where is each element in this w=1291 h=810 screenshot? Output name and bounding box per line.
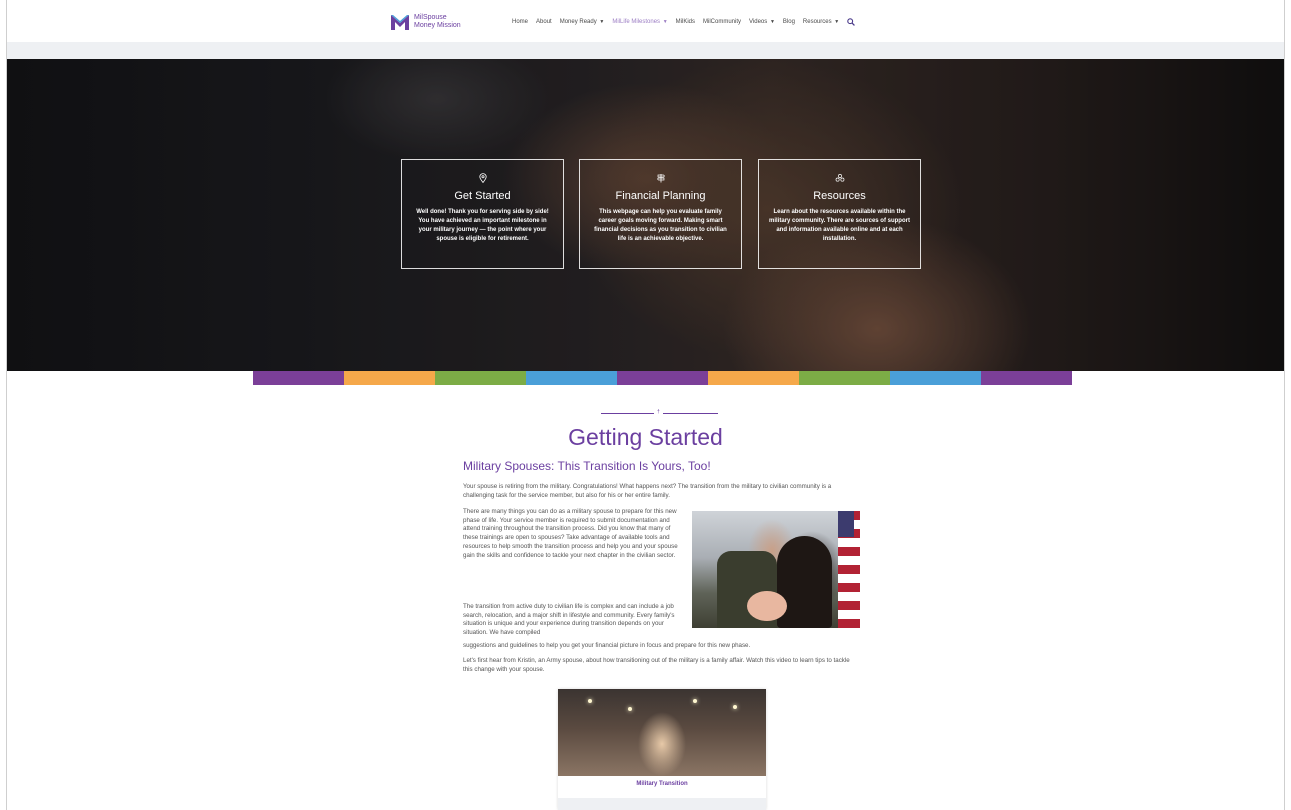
paragraph-transition: The transition from active duty to civil… bbox=[463, 603, 675, 637]
nav-videos-label: Videos bbox=[749, 19, 768, 25]
site-header: MilSpouse Money Mission Home About Money… bbox=[7, 0, 1284, 42]
nav-about[interactable]: About bbox=[536, 19, 552, 25]
nav-blog[interactable]: Blog bbox=[783, 19, 795, 25]
section-subtitle: Military Spouses: This Transition Is You… bbox=[463, 459, 711, 473]
nav-millife-milestones-label: MilLife Milestones bbox=[612, 19, 661, 25]
photo-bouquet bbox=[747, 591, 787, 621]
browser-page: MilSpouse Money Mission Home About Money… bbox=[6, 0, 1285, 810]
stripe-segment bbox=[890, 371, 981, 385]
color-stripe bbox=[253, 371, 1072, 385]
video-lamp bbox=[588, 699, 592, 703]
card-text: This webpage can help you evaluate famil… bbox=[594, 209, 727, 242]
card-title: Get Started bbox=[454, 190, 511, 202]
stripe-segment bbox=[981, 371, 1072, 385]
logo-m-icon bbox=[391, 15, 409, 30]
ornament-line bbox=[663, 413, 718, 414]
chevron-down-icon: ▼ bbox=[834, 19, 840, 25]
logo-line1: MilSpouse bbox=[414, 14, 447, 21]
title-ornament: † bbox=[601, 409, 721, 417]
stripe-segment bbox=[708, 371, 799, 385]
site-logo[interactable]: MilSpouse Money Mission bbox=[390, 12, 461, 32]
map-pin-icon bbox=[478, 173, 487, 183]
card-text: Well done! Thank you for serving side by… bbox=[416, 209, 549, 242]
nav-milkids-label: MilKids bbox=[675, 19, 696, 25]
main-nav: Home About Money Ready ▼ MilLife Milesto… bbox=[512, 18, 856, 26]
nav-videos[interactable]: Videos ▼ bbox=[749, 19, 775, 25]
nav-milcommunity[interactable]: MilCommunity bbox=[703, 19, 741, 25]
chevron-down-icon: ▼ bbox=[769, 19, 775, 25]
nav-home[interactable]: Home bbox=[512, 19, 528, 25]
stripe-segment bbox=[617, 371, 708, 385]
logo-text: MilSpouse Money Mission bbox=[414, 14, 461, 30]
chevron-down-icon: ▼ bbox=[599, 19, 605, 25]
card-title: Resources bbox=[813, 190, 866, 202]
search-icon[interactable] bbox=[847, 18, 856, 26]
header-subbar bbox=[7, 42, 1284, 59]
nav-milkids[interactable]: MilKids bbox=[676, 19, 695, 25]
nav-blog-label: Blog bbox=[782, 19, 795, 25]
video-footer-bar bbox=[558, 798, 766, 810]
video-caption: Military Transition bbox=[636, 781, 688, 787]
stripe-segment bbox=[526, 371, 617, 385]
community-icon bbox=[835, 174, 844, 182]
nav-resources-label: Resources bbox=[802, 19, 832, 25]
hero-banner: Get Started Well done! Thank you for ser… bbox=[7, 59, 1284, 371]
nav-money-ready-label: Money Ready bbox=[559, 19, 597, 25]
card-text: Learn about the resources available with… bbox=[769, 209, 910, 242]
ornament-mark: † bbox=[657, 409, 660, 415]
video-thumbnail[interactable]: Military Transition bbox=[558, 689, 766, 810]
nav-money-ready[interactable]: Money Ready ▼ bbox=[560, 19, 605, 25]
stripe-segment bbox=[253, 371, 344, 385]
video-lamp bbox=[693, 699, 697, 703]
paragraph-video-intro: Let's first hear from Kristin, an Army s… bbox=[463, 657, 850, 673]
paragraph-transition-cont: suggestions and guidelines to help you g… bbox=[463, 642, 751, 649]
nav-home-label: Home bbox=[512, 19, 529, 25]
ornament-line bbox=[601, 413, 654, 414]
chevron-down-icon: ▼ bbox=[662, 19, 668, 25]
paragraph-prepare: There are many things you can do as a mi… bbox=[463, 508, 678, 559]
card-title: Financial Planning bbox=[615, 190, 706, 202]
logo-line2: Money Mission bbox=[414, 22, 461, 29]
nav-about-label: About bbox=[536, 19, 552, 25]
nav-milcommunity-label: MilCommunity bbox=[703, 19, 742, 25]
nav-resources[interactable]: Resources ▼ bbox=[803, 19, 839, 25]
video-image bbox=[558, 689, 766, 776]
stripe-segment bbox=[435, 371, 526, 385]
card-get-started[interactable]: Get Started Well done! Thank you for ser… bbox=[401, 159, 564, 269]
stripe-segment bbox=[344, 371, 435, 385]
paragraph-intro: Your spouse is retiring from the militar… bbox=[463, 483, 832, 499]
card-financial-planning[interactable]: Financial Planning This webpage can help… bbox=[579, 159, 742, 269]
photo-spouse bbox=[777, 536, 832, 628]
nav-millife-milestones[interactable]: MilLife Milestones ▼ bbox=[612, 19, 667, 25]
card-resources[interactable]: Resources Learn about the resources avai… bbox=[758, 159, 921, 269]
video-lamp bbox=[628, 707, 632, 711]
photo-flag-canton bbox=[838, 511, 854, 537]
couple-photo bbox=[692, 511, 860, 628]
page-title: Getting Started bbox=[568, 424, 723, 450]
signpost-icon bbox=[656, 174, 665, 183]
stripe-segment bbox=[799, 371, 890, 385]
video-lamp bbox=[733, 705, 737, 709]
